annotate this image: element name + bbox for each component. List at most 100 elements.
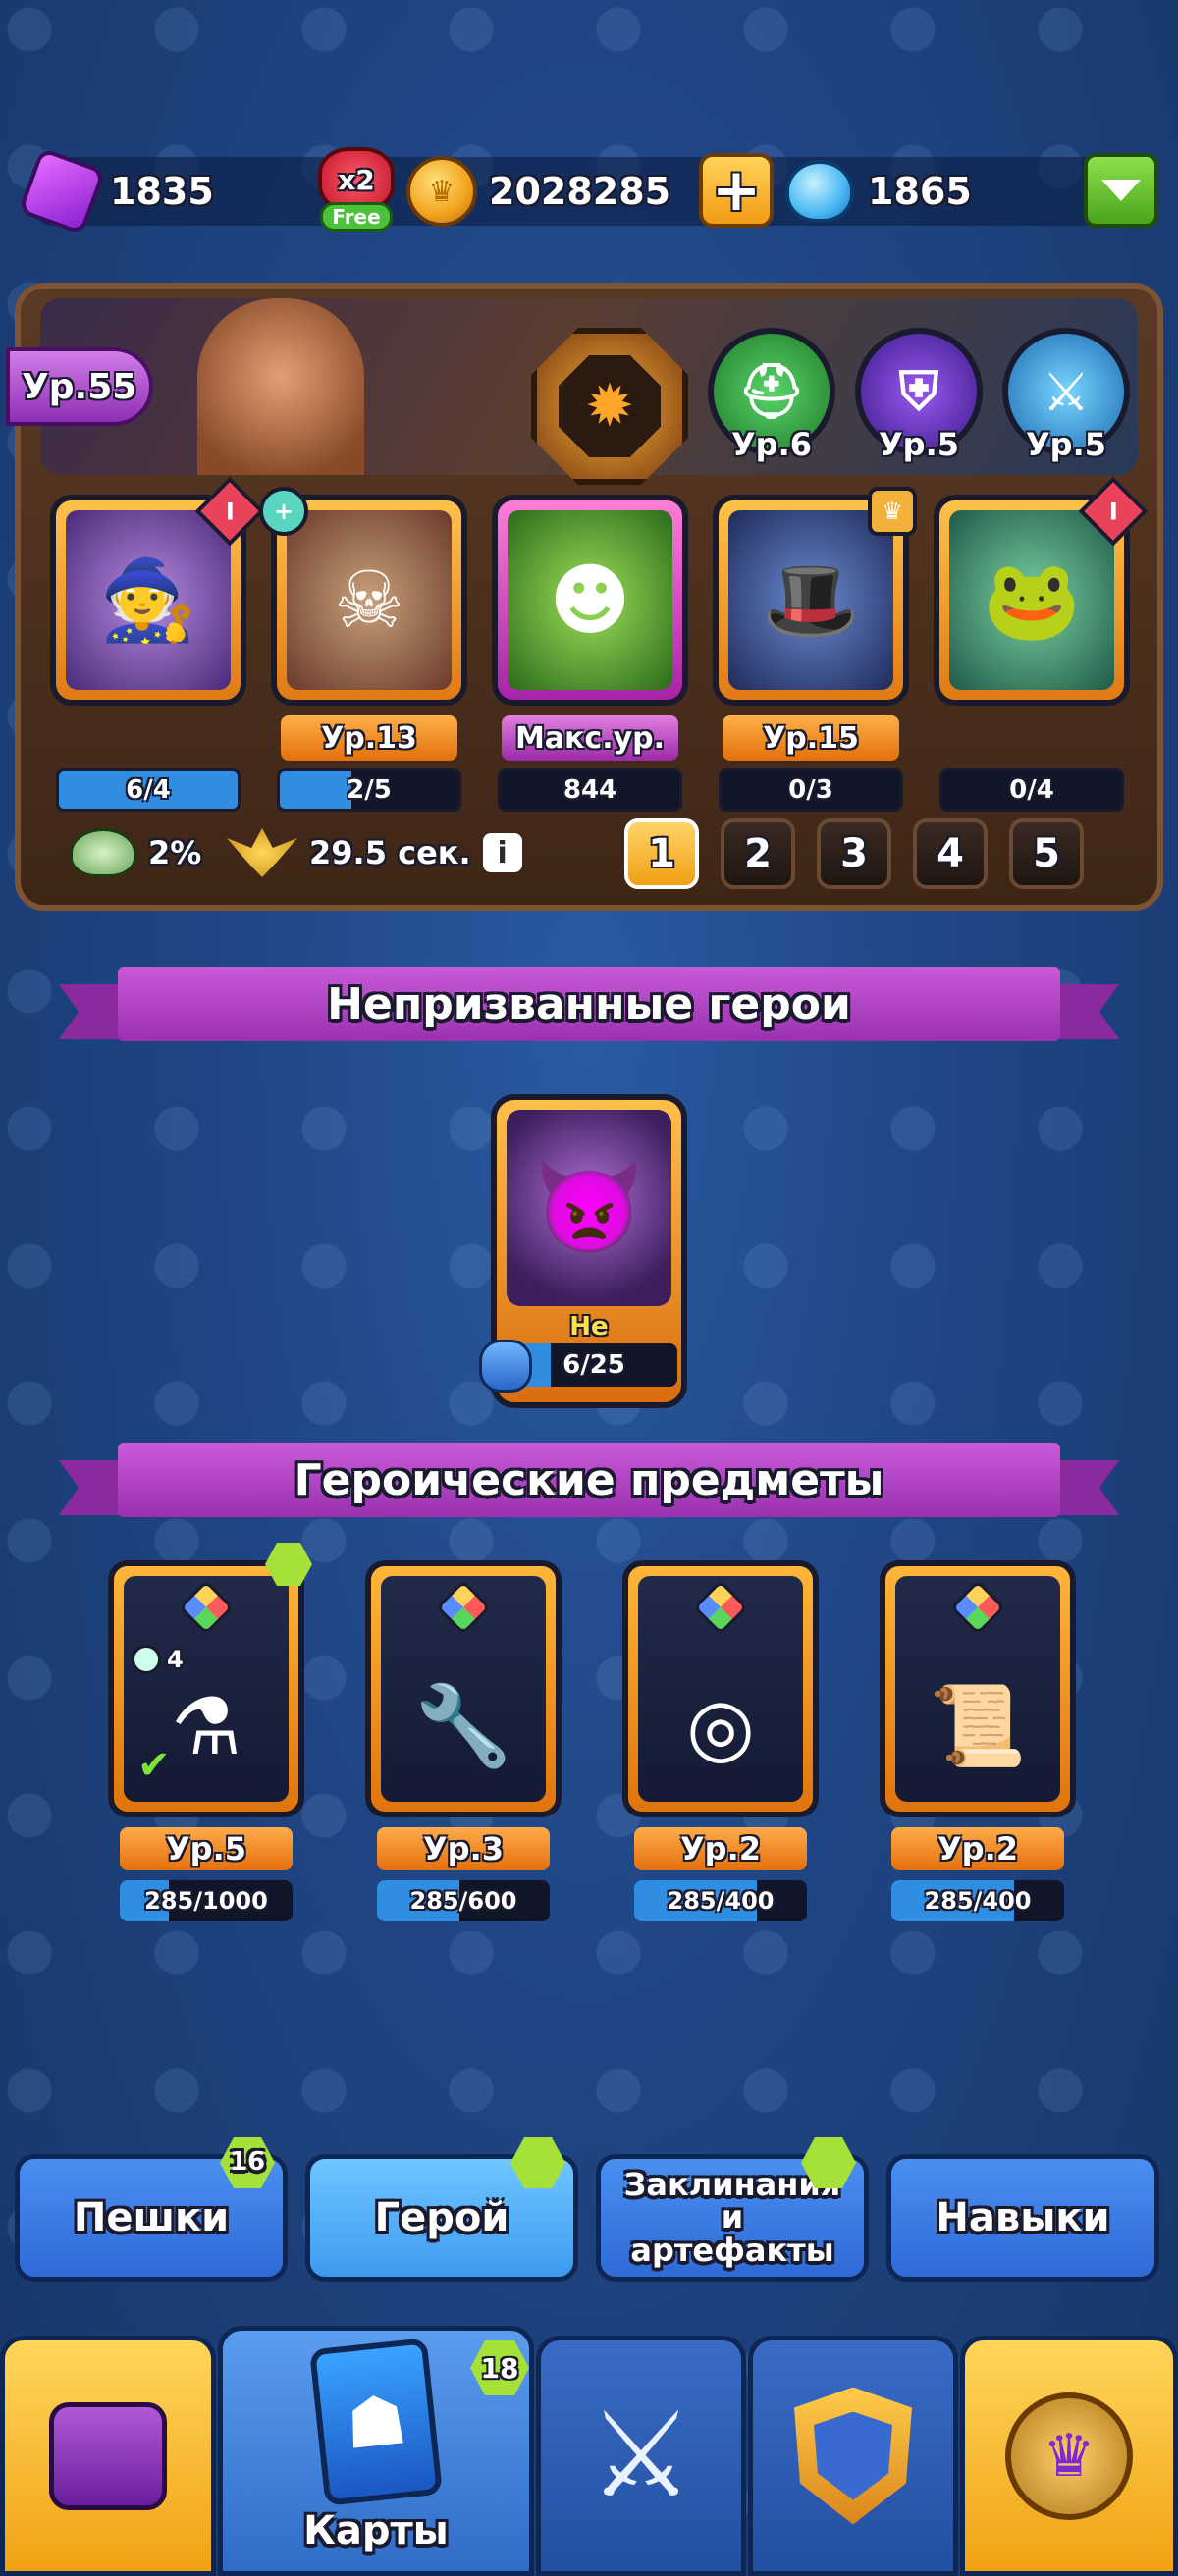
hero-card[interactable]: 🐸 I 0/4: [934, 476, 1149, 812]
gem-icon: [949, 1579, 1006, 1636]
card-progress: 6/4: [56, 768, 241, 812]
item-progress: 285/1000: [120, 1880, 293, 1921]
page-button-3[interactable]: 3: [817, 818, 891, 889]
chevron-down-icon: [1101, 180, 1141, 201]
hero-card[interactable]: 🧙 I 6/4: [50, 476, 265, 812]
item-frame: ⚗ 4 ✔: [108, 1560, 304, 1817]
eagle-icon: [227, 828, 297, 877]
tab-hero[interactable]: Герой: [305, 2137, 578, 2282]
card-progress-text: 2/5: [347, 775, 392, 805]
card-progress: 6/25: [510, 1343, 677, 1387]
tab-label: Герой: [374, 2195, 509, 2240]
hero-card[interactable]: ☠ + Ур.13 2/5: [259, 487, 467, 812]
crossed-swords-icon: ⚔: [588, 2388, 694, 2524]
sword-icon: ⚔: [1042, 360, 1091, 423]
potion-plus-icon: +: [259, 487, 308, 536]
nav-badge: 18: [470, 2340, 529, 2395]
unsummoned-hero-card[interactable]: 👿 Не призван 6/25: [479, 1094, 687, 1408]
item-progress-text: 285/1000: [144, 1887, 268, 1915]
dropdown-menu-button[interactable]: [1084, 153, 1158, 228]
item-progress-text: 285/400: [924, 1887, 1032, 1915]
hero-level-badge: Ур.55: [6, 347, 153, 426]
scroll-icon: 📜: [895, 1576, 1060, 1802]
card-level-label: Макс.ур.: [502, 715, 678, 761]
skill-level: Ур.5: [1026, 426, 1106, 463]
item-level: Ур.5: [120, 1827, 293, 1870]
heroic-item[interactable]: 🔧 Ур.3 285/600: [365, 1560, 562, 1921]
tab-spells-artifacts[interactable]: Заклинания и артефакты: [596, 2137, 869, 2282]
item-progress: 285/600: [377, 1880, 550, 1921]
tab-pawns[interactable]: Пешки 16: [15, 2137, 288, 2282]
info-icon[interactable]: i: [482, 833, 522, 872]
item-level: Ур.2: [634, 1827, 807, 1870]
heroic-item[interactable]: 📜 Ур.2 285/400: [880, 1560, 1076, 1921]
nav-cards[interactable]: ☗ Карты 18: [218, 2326, 534, 2576]
free-tag: Free: [320, 202, 393, 232]
gem-icon: [435, 1579, 492, 1636]
card-level-label: [60, 715, 237, 761]
page-button-1[interactable]: 1: [624, 818, 699, 889]
bandit-icon: 🎩: [728, 510, 893, 690]
goblin-helmet-icon: ⛑: [737, 360, 806, 422]
item-frame: 📜: [880, 1560, 1076, 1817]
card-frame: ☻: [492, 495, 688, 706]
hero-portrait[interactable]: [197, 298, 364, 475]
bonus-stat: 2%: [70, 828, 201, 877]
checkmark-icon: ✔: [137, 1743, 171, 1788]
tab-label: Пешки: [73, 2195, 230, 2240]
wing-icon: [70, 828, 136, 877]
page-button-4[interactable]: 4: [913, 818, 988, 889]
nav-shop[interactable]: [0, 2336, 216, 2576]
page-button-5[interactable]: 5: [1009, 818, 1084, 889]
main-skill-slot[interactable]: ✹: [531, 328, 688, 485]
hero-card[interactable]: ☻ Макс.ур. 844: [492, 495, 688, 812]
ring-icon: ◎: [638, 1576, 803, 1802]
pirate-icon: ☠: [287, 510, 452, 690]
gem-icon: [18, 147, 106, 236]
wrench-icon: 🔧: [381, 1576, 546, 1802]
category-tabs: Пешки 16 Герой Заклинания и артефакты На…: [15, 2137, 1163, 2291]
crown-icon: ♛: [868, 487, 917, 536]
totem-icon: ☻: [508, 510, 672, 690]
item-frame: ◎: [622, 1560, 819, 1817]
card-progress-text: 844: [562, 775, 617, 805]
card-progress-text: 6/25: [562, 1350, 625, 1380]
item-progress-text: 285/600: [409, 1887, 517, 1915]
unsummoned-heroes-ribbon: Непризванные герои: [59, 967, 1119, 1049]
tab-skills[interactable]: Навыки: [886, 2154, 1159, 2282]
nav-clan[interactable]: [748, 2336, 958, 2576]
page-button-2[interactable]: 2: [721, 818, 795, 889]
nav-battle[interactable]: ⚔: [536, 2336, 746, 2576]
heroic-item[interactable]: ⚗ 4 ✔ Ур.5 285/1000: [108, 1543, 312, 1921]
card-progress: 844: [498, 768, 682, 812]
timer-stat: 29.5 сек. i: [227, 828, 522, 877]
skill-level: Ур.5: [879, 426, 959, 463]
card-progress: 0/3: [719, 768, 903, 812]
demon-hero-icon: 👿: [507, 1110, 671, 1306]
card-progress: 0/4: [939, 768, 1124, 812]
add-coins-button[interactable]: +: [699, 153, 774, 228]
heroic-items-grid: ⚗ 4 ✔ Ур.5 285/1000 🔧 Ур.3 285/600 ◎ Ур.…: [98, 1543, 1080, 1933]
nav-label: Карты: [303, 2508, 449, 2553]
card-frame: ☠ +: [259, 487, 467, 706]
hero-card[interactable]: 🎩 ♛ Ур.15 0/3: [713, 487, 917, 812]
section-title: Героические предметы: [118, 1443, 1060, 1517]
card-progress-text: 0/3: [788, 775, 833, 805]
tab-label: Навыки: [936, 2195, 1110, 2240]
item-count-value: 4: [167, 1646, 184, 1673]
bottom-navigation: ☗ Карты 18 ⚔ ♛: [0, 2326, 1178, 2576]
cards-icon: ☗: [308, 2337, 444, 2506]
item-level: Ур.3: [377, 1827, 550, 1870]
clan-shield-icon: [794, 2387, 912, 2525]
coins-value: 2028285: [489, 170, 671, 213]
bomb-skill-icon: ✹: [559, 355, 661, 457]
coin-icon: ♛: [406, 156, 477, 227]
item-progress-text: 285/400: [667, 1887, 775, 1915]
x2-boost-badge[interactable]: x2 Free: [314, 147, 399, 236]
item-progress: 285/400: [634, 1880, 807, 1921]
nav-rating[interactable]: ♛: [960, 2336, 1178, 2576]
heroic-item[interactable]: ◎ Ур.2 285/400: [622, 1560, 819, 1921]
card-frame: 🐸 I: [934, 476, 1149, 706]
page-selector: 1 2 3 4 5: [624, 818, 1084, 889]
card-progress-text: 0/4: [1009, 775, 1054, 805]
